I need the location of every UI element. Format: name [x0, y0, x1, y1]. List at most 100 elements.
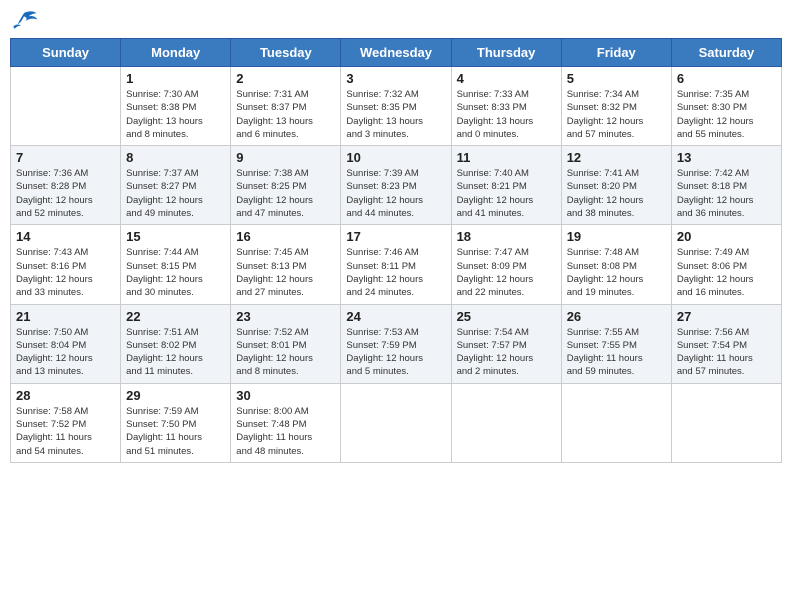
day-info: Sunrise: 7:31 AM Sunset: 8:37 PM Dayligh…	[236, 88, 335, 141]
day-info: Sunrise: 7:56 AM Sunset: 7:54 PM Dayligh…	[677, 326, 776, 379]
day-number: 24	[346, 309, 445, 324]
calendar-cell: 3 Sunrise: 7:32 AM Sunset: 8:35 PM Daylig…	[341, 67, 451, 146]
day-info: Sunrise: 7:52 AM Sunset: 8:01 PM Dayligh…	[236, 326, 335, 379]
day-info: Sunrise: 7:58 AM Sunset: 7:52 PM Dayligh…	[16, 405, 115, 458]
calendar-cell: 6 Sunrise: 7:35 AM Sunset: 8:30 PM Daylig…	[671, 67, 781, 146]
calendar-cell: 25Sunrise: 7:54 AM Sunset: 7:57 PM Dayli…	[451, 304, 561, 383]
calendar-cell: 14 Sunrise: 7:43 AM Sunset: 8:16 PM Dayli…	[11, 225, 121, 304]
calendar-week-5: 28 Sunrise: 7:58 AM Sunset: 7:52 PM Dayli…	[11, 383, 782, 462]
calendar-cell: 9 Sunrise: 7:38 AM Sunset: 8:25 PM Daylig…	[231, 146, 341, 225]
day-info: Sunrise: 7:35 AM Sunset: 8:30 PM Dayligh…	[677, 88, 776, 141]
calendar-cell	[11, 67, 121, 146]
calendar-cell: 29 Sunrise: 7:59 AM Sunset: 7:50 PM Dayli…	[121, 383, 231, 462]
day-number: 11	[457, 150, 556, 165]
calendar-cell: 18 Sunrise: 7:47 AM Sunset: 8:09 PM Dayli…	[451, 225, 561, 304]
calendar-week-3: 14 Sunrise: 7:43 AM Sunset: 8:16 PM Dayli…	[11, 225, 782, 304]
day-number: 27	[677, 309, 776, 324]
calendar-cell: 28 Sunrise: 7:58 AM Sunset: 7:52 PM Dayli…	[11, 383, 121, 462]
day-number: 23	[236, 309, 335, 324]
calendar-cell: 24 Sunrise: 7:53 AM Sunset: 7:59 PM Dayli…	[341, 304, 451, 383]
col-header-monday: Monday	[121, 39, 231, 67]
calendar-cell: 23 Sunrise: 7:52 AM Sunset: 8:01 PM Dayli…	[231, 304, 341, 383]
col-header-thursday: Thursday	[451, 39, 561, 67]
day-number: 21	[16, 309, 115, 324]
calendar-cell: 4 Sunrise: 7:33 AM Sunset: 8:33 PM Daylig…	[451, 67, 561, 146]
day-info: Sunrise: 8:00 AM Sunset: 7:48 PM Dayligh…	[236, 405, 335, 458]
day-number: 18	[457, 229, 556, 244]
day-info: Sunrise: 7:46 AM Sunset: 8:11 PM Dayligh…	[346, 246, 445, 299]
calendar-cell: 20 Sunrise: 7:49 AM Sunset: 8:06 PM Dayli…	[671, 225, 781, 304]
day-number: 7	[16, 150, 115, 165]
day-number: 17	[346, 229, 445, 244]
day-number: 8	[126, 150, 225, 165]
calendar-cell: 7 Sunrise: 7:36 AM Sunset: 8:28 PM Daylig…	[11, 146, 121, 225]
day-info: Sunrise: 7:43 AM Sunset: 8:16 PM Dayligh…	[16, 246, 115, 299]
calendar-cell: 5 Sunrise: 7:34 AM Sunset: 8:32 PM Daylig…	[561, 67, 671, 146]
calendar-cell: 22 Sunrise: 7:51 AM Sunset: 8:02 PM Dayli…	[121, 304, 231, 383]
day-number: 6	[677, 71, 776, 86]
calendar-cell	[451, 383, 561, 462]
col-header-wednesday: Wednesday	[341, 39, 451, 67]
logo-bird-icon	[10, 10, 38, 32]
day-number: 16	[236, 229, 335, 244]
day-number: 5	[567, 71, 666, 86]
day-info: Sunrise: 7:59 AM Sunset: 7:50 PM Dayligh…	[126, 405, 225, 458]
day-number: 3	[346, 71, 445, 86]
calendar-table: SundayMondayTuesdayWednesdayThursdayFrid…	[10, 38, 782, 463]
day-number: 22	[126, 309, 225, 324]
calendar-cell: 12 Sunrise: 7:41 AM Sunset: 8:20 PM Dayli…	[561, 146, 671, 225]
page-header	[10, 10, 782, 32]
day-number: 28	[16, 388, 115, 403]
calendar-week-1: 1Sunrise: 7:30 AM Sunset: 8:38 PM Daylig…	[11, 67, 782, 146]
calendar-cell	[561, 383, 671, 462]
day-info: Sunrise: 7:45 AM Sunset: 8:13 PM Dayligh…	[236, 246, 335, 299]
calendar-cell: 17 Sunrise: 7:46 AM Sunset: 8:11 PM Dayli…	[341, 225, 451, 304]
day-number: 4	[457, 71, 556, 86]
day-info: Sunrise: 7:50 AM Sunset: 8:04 PM Dayligh…	[16, 326, 115, 379]
day-info: Sunrise: 7:40 AM Sunset: 8:21 PM Dayligh…	[457, 167, 556, 220]
day-number: 10	[346, 150, 445, 165]
day-number: 13	[677, 150, 776, 165]
day-info: Sunrise: 7:51 AM Sunset: 8:02 PM Dayligh…	[126, 326, 225, 379]
col-header-saturday: Saturday	[671, 39, 781, 67]
calendar-cell: 27 Sunrise: 7:56 AM Sunset: 7:54 PM Dayli…	[671, 304, 781, 383]
day-info: Sunrise: 7:49 AM Sunset: 8:06 PM Dayligh…	[677, 246, 776, 299]
calendar-cell	[341, 383, 451, 462]
calendar-cell: 11 Sunrise: 7:40 AM Sunset: 8:21 PM Dayli…	[451, 146, 561, 225]
calendar-week-4: 21 Sunrise: 7:50 AM Sunset: 8:04 PM Dayli…	[11, 304, 782, 383]
calendar-cell: 16 Sunrise: 7:45 AM Sunset: 8:13 PM Dayli…	[231, 225, 341, 304]
col-header-friday: Friday	[561, 39, 671, 67]
calendar-cell: 2Sunrise: 7:31 AM Sunset: 8:37 PM Daylig…	[231, 67, 341, 146]
day-number: 19	[567, 229, 666, 244]
day-number: 29	[126, 388, 225, 403]
day-info: Sunrise: 7:53 AM Sunset: 7:59 PM Dayligh…	[346, 326, 445, 379]
day-number: 30	[236, 388, 335, 403]
day-info: Sunrise: 7:32 AM Sunset: 8:35 PM Dayligh…	[346, 88, 445, 141]
logo	[10, 10, 42, 32]
day-info: Sunrise: 7:39 AM Sunset: 8:23 PM Dayligh…	[346, 167, 445, 220]
day-info: Sunrise: 7:41 AM Sunset: 8:20 PM Dayligh…	[567, 167, 666, 220]
day-info: Sunrise: 7:55 AM Sunset: 7:55 PM Dayligh…	[567, 326, 666, 379]
calendar-header-row: SundayMondayTuesdayWednesdayThursdayFrid…	[11, 39, 782, 67]
day-info: Sunrise: 7:34 AM Sunset: 8:32 PM Dayligh…	[567, 88, 666, 141]
calendar-cell: 21 Sunrise: 7:50 AM Sunset: 8:04 PM Dayli…	[11, 304, 121, 383]
day-number: 25	[457, 309, 556, 324]
day-info: Sunrise: 7:47 AM Sunset: 8:09 PM Dayligh…	[457, 246, 556, 299]
day-number: 12	[567, 150, 666, 165]
calendar-cell: 1Sunrise: 7:30 AM Sunset: 8:38 PM Daylig…	[121, 67, 231, 146]
calendar-cell: 19 Sunrise: 7:48 AM Sunset: 8:08 PM Dayli…	[561, 225, 671, 304]
calendar-cell: 30 Sunrise: 8:00 AM Sunset: 7:48 PM Dayli…	[231, 383, 341, 462]
calendar-cell: 8Sunrise: 7:37 AM Sunset: 8:27 PM Daylig…	[121, 146, 231, 225]
calendar-week-2: 7 Sunrise: 7:36 AM Sunset: 8:28 PM Daylig…	[11, 146, 782, 225]
day-info: Sunrise: 7:33 AM Sunset: 8:33 PM Dayligh…	[457, 88, 556, 141]
day-info: Sunrise: 7:36 AM Sunset: 8:28 PM Dayligh…	[16, 167, 115, 220]
day-number: 26	[567, 309, 666, 324]
day-info: Sunrise: 7:42 AM Sunset: 8:18 PM Dayligh…	[677, 167, 776, 220]
day-number: 14	[16, 229, 115, 244]
day-info: Sunrise: 7:48 AM Sunset: 8:08 PM Dayligh…	[567, 246, 666, 299]
calendar-cell: 10 Sunrise: 7:39 AM Sunset: 8:23 PM Dayli…	[341, 146, 451, 225]
day-info: Sunrise: 7:38 AM Sunset: 8:25 PM Dayligh…	[236, 167, 335, 220]
day-number: 20	[677, 229, 776, 244]
calendar-cell: 13 Sunrise: 7:42 AM Sunset: 8:18 PM Dayli…	[671, 146, 781, 225]
day-number: 9	[236, 150, 335, 165]
